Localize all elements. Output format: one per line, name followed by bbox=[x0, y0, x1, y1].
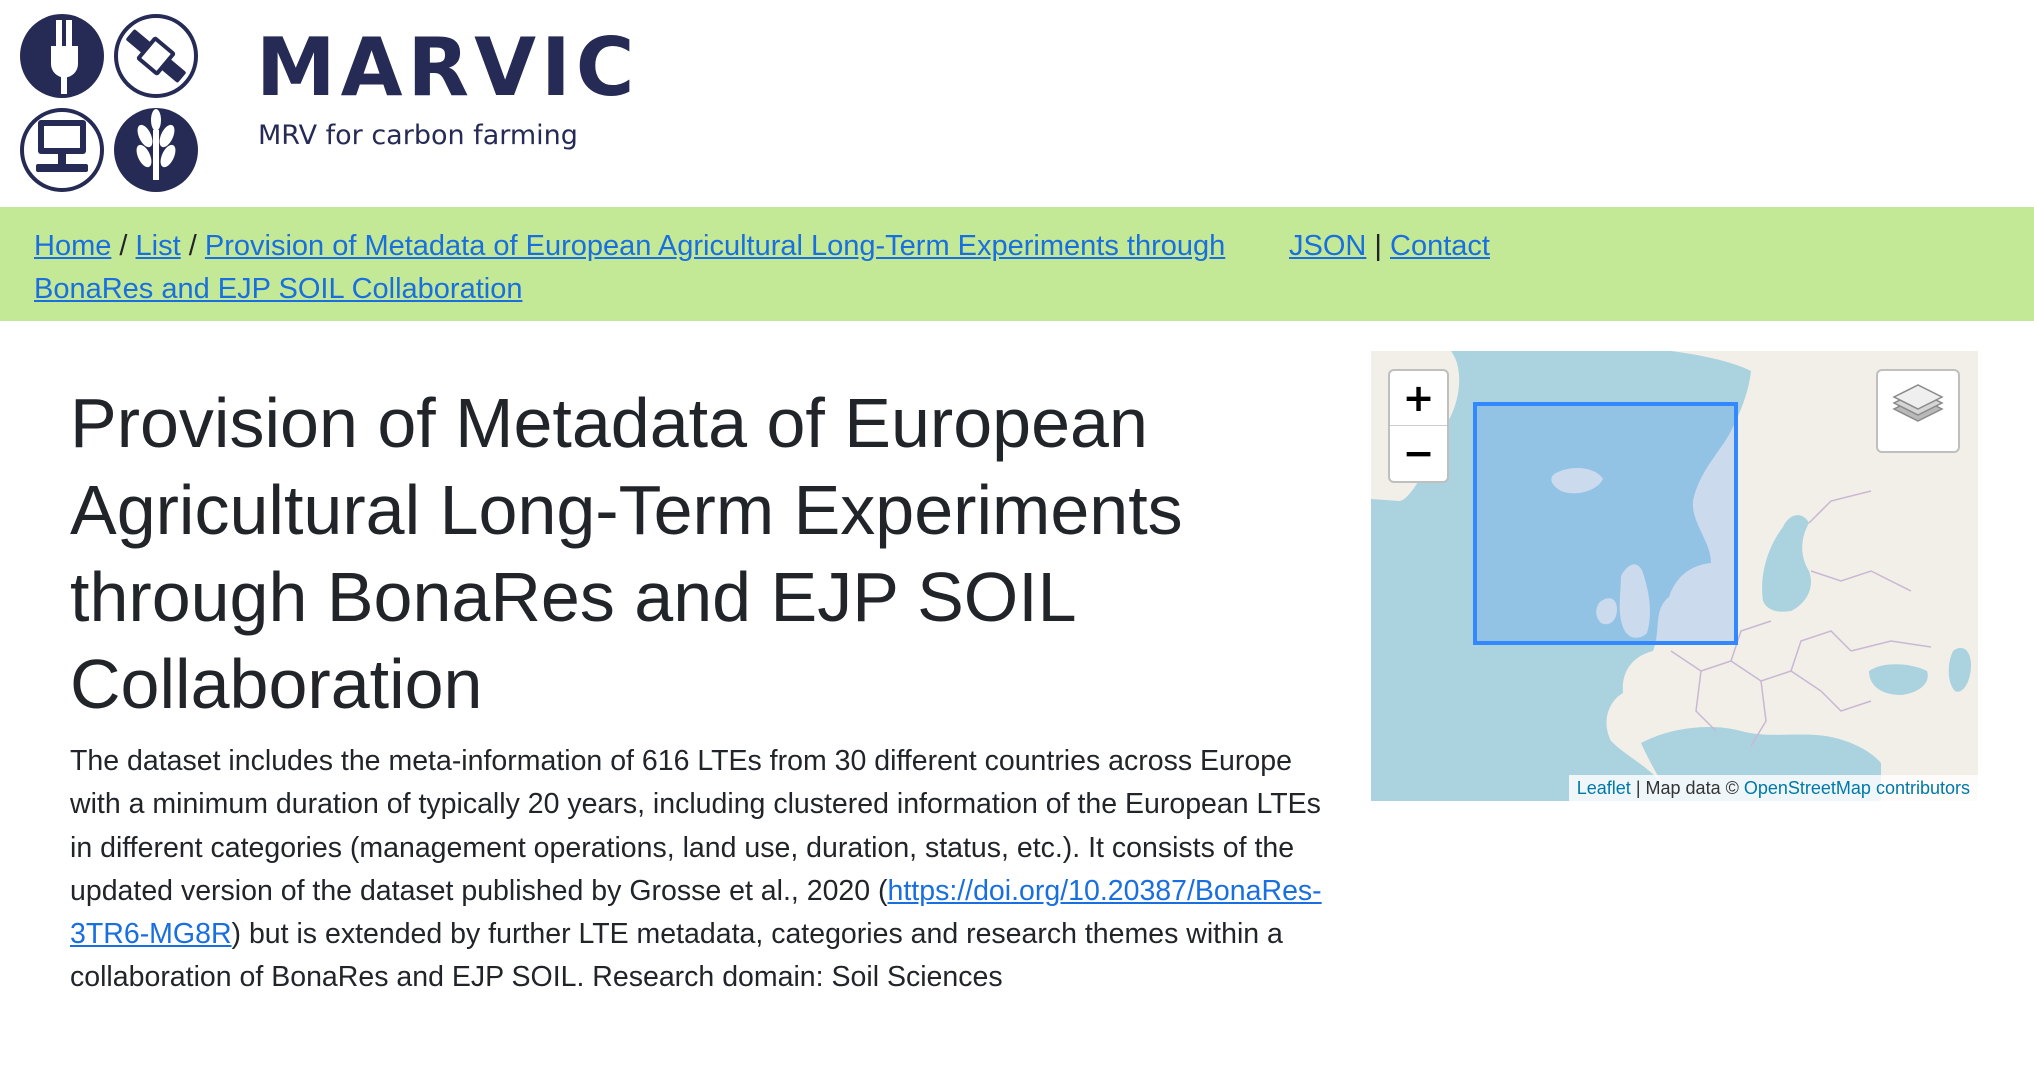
breadcrumb-current-link[interactable]: Provision of Metadata of European Agricu… bbox=[34, 230, 1225, 305]
layer-switcher-button[interactable] bbox=[1876, 369, 1960, 453]
zoom-out-button[interactable]: − bbox=[1390, 426, 1447, 480]
breadcrumb-separator: / bbox=[188, 230, 197, 262]
dataset-bbox[interactable] bbox=[1473, 402, 1738, 645]
breadcrumb-separator: / bbox=[119, 230, 128, 262]
description-text-continued: ) but is extended by further LTE metadat… bbox=[70, 918, 1283, 994]
zoom-control: + − bbox=[1388, 369, 1449, 483]
osm-link[interactable]: OpenStreetMap contributors bbox=[1744, 778, 1970, 798]
layers-icon bbox=[1892, 384, 1944, 422]
nav-links: JSON | Contact bbox=[1289, 225, 1490, 268]
json-link[interactable]: JSON bbox=[1289, 230, 1366, 262]
leaflet-link[interactable]: Leaflet bbox=[1577, 778, 1631, 798]
brand-title: MARVIC bbox=[256, 21, 640, 114]
page-title: Provision of Metadata of European Agricu… bbox=[70, 384, 1183, 723]
marvic-logo[interactable] bbox=[18, 12, 200, 194]
contact-link[interactable]: Contact bbox=[1390, 230, 1490, 262]
attribution-separator: | bbox=[1635, 778, 1641, 798]
breadcrumb-home-link[interactable]: Home bbox=[34, 230, 111, 262]
navbar: Home / List / Provision of Metadata of E… bbox=[0, 207, 2034, 321]
site-header: MARVIC MRV for carbon farming bbox=[0, 0, 2034, 207]
brand-subtitle: MRV for carbon farming bbox=[258, 120, 578, 151]
map-data-label: Map data © bbox=[1645, 778, 1739, 798]
zoom-in-button[interactable]: + bbox=[1390, 371, 1447, 426]
map-container[interactable]: + − Leaflet | Map data © OpenStreetMap c… bbox=[1371, 351, 1978, 801]
breadcrumb: Home / List / Provision of Metadata of E… bbox=[34, 225, 1264, 311]
breadcrumb-list-link[interactable]: List bbox=[136, 230, 181, 262]
dataset-description: The dataset includes the meta-informatio… bbox=[70, 740, 1340, 1000]
map-attribution: Leaflet | Map data © OpenStreetMap contr… bbox=[1568, 775, 1978, 801]
nav-divider: | bbox=[1374, 230, 1382, 262]
